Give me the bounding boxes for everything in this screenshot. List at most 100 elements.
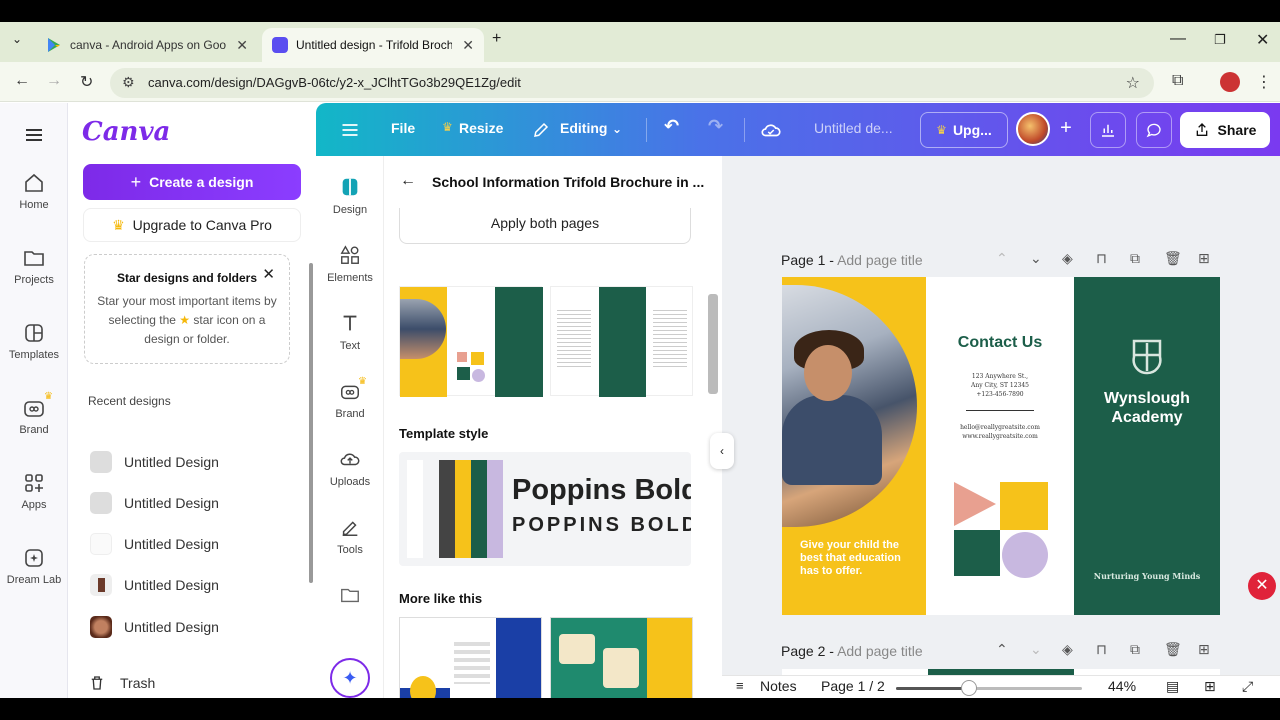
document-title[interactable]: Untitled de... xyxy=(814,120,893,136)
restore-icon[interactable]: ❐ xyxy=(1214,32,1226,48)
brochure-left-panel[interactable]: Give your child the best that education … xyxy=(782,277,926,615)
editing-mode-button[interactable]: Editing xyxy=(560,120,607,136)
recent-design-item[interactable]: Untitled Design xyxy=(90,491,290,515)
grid-view-icon[interactable]: ▤ xyxy=(1166,678,1179,695)
address-bar[interactable]: ⚙ canva.com/design/DAGgvB-06tc/y2-x_JClh… xyxy=(110,68,1154,98)
student-photo[interactable] xyxy=(782,285,917,527)
tool-uploads[interactable]: Uploads xyxy=(316,448,384,488)
reload-icon[interactable]: ↻ xyxy=(80,72,93,92)
chevron-up-icon[interactable]: ⌃ xyxy=(996,250,1008,267)
main-menu-icon[interactable] xyxy=(340,120,360,140)
chevron-down-icon[interactable]: ⌄ xyxy=(1030,250,1042,267)
triangle-shape[interactable] xyxy=(954,482,998,526)
close-icon[interactable]: ✕ xyxy=(462,37,474,54)
minimize-icon[interactable]: — xyxy=(1170,30,1186,48)
close-icon[interactable]: ✕ xyxy=(236,37,248,54)
rail-item-projects[interactable]: Projects xyxy=(0,246,68,286)
rail-item-apps[interactable]: Apps xyxy=(0,471,68,511)
brochure-right-panel[interactable]: Wynslough Academy Nurturing Young Minds xyxy=(1074,277,1220,615)
school-tagline[interactable]: Nurturing Young Minds xyxy=(1074,571,1220,581)
new-tab-icon[interactable]: + xyxy=(492,30,501,48)
back-arrow-icon[interactable]: ← xyxy=(400,172,416,190)
canva-logo[interactable]: Canva xyxy=(82,117,170,147)
rail-item-templates[interactable]: Templates xyxy=(0,321,68,361)
extensions-icon[interactable]: ⧉ xyxy=(1172,72,1183,90)
site-settings-icon[interactable]: ⚙ xyxy=(122,74,135,91)
fullscreen-icon[interactable]: ⤢ xyxy=(1242,678,1253,695)
panel-scrollbar[interactable] xyxy=(708,294,718,394)
thumbnail-view-icon[interactable]: ⊞ xyxy=(1204,678,1216,695)
hide-page-icon[interactable]: ◈ xyxy=(1062,250,1073,267)
tool-text[interactable]: Text xyxy=(316,312,384,352)
rail-item-home[interactable]: Home xyxy=(0,171,68,211)
apply-both-pages-button[interactable]: Apply both pages xyxy=(399,208,691,244)
duplicate-icon[interactable]: ⧉ xyxy=(1130,250,1140,267)
zoom-slider[interactable] xyxy=(896,680,1082,696)
duplicate-icon[interactable]: ⧉ xyxy=(1130,641,1140,658)
template-page-1-thumb[interactable] xyxy=(399,286,543,397)
chevron-down-icon[interactable]: ⌄ xyxy=(1030,641,1042,658)
undo-icon[interactable]: ↶ xyxy=(664,116,679,137)
chevron-down-icon[interactable]: ⌄ xyxy=(612,122,622,136)
lock-icon[interactable]: ⊓ xyxy=(1096,641,1107,658)
recent-design-item[interactable]: Untitled Design xyxy=(90,615,290,639)
yellow-square-shape[interactable] xyxy=(1000,482,1048,530)
rail-item-brand[interactable]: Brand xyxy=(0,396,68,436)
resize-button[interactable]: Resize xyxy=(459,120,503,136)
green-square-shape[interactable] xyxy=(954,530,1000,576)
profile-avatar[interactable] xyxy=(1220,72,1240,92)
redo-icon[interactable]: ↷ xyxy=(708,116,723,137)
collapse-panel-button[interactable]: ‹ xyxy=(710,433,734,469)
add-page-title-input[interactable]: Add page title xyxy=(837,643,923,659)
window-close-icon[interactable]: ✕ xyxy=(1256,30,1269,50)
upgrade-pro-button[interactable]: ♛ Upgrade to Canva Pro xyxy=(83,208,301,242)
contact-block[interactable]: hello@reallygreatsite.com www.reallygrea… xyxy=(926,423,1074,441)
zoom-slider-handle[interactable] xyxy=(960,680,977,696)
bookmark-star-icon[interactable]: ☆ xyxy=(1126,73,1140,93)
zoom-level[interactable]: 44% xyxy=(1108,678,1136,694)
back-icon[interactable]: ← xyxy=(14,72,30,90)
add-collaborator-icon[interactable]: + xyxy=(1054,117,1078,141)
delete-icon[interactable]: 🗑 xyxy=(1164,250,1182,267)
delete-icon[interactable]: 🗑 xyxy=(1164,641,1182,658)
lock-icon[interactable]: ⊓ xyxy=(1096,250,1107,267)
upgrade-button[interactable]: ♛ Upg... xyxy=(920,112,1008,148)
add-page-title-input[interactable]: Add page title xyxy=(837,252,923,268)
chevron-up-icon[interactable]: ⌃ xyxy=(996,641,1008,658)
tool-projects[interactable] xyxy=(316,584,384,612)
insights-button[interactable] xyxy=(1090,112,1126,148)
trash-button[interactable]: Trash xyxy=(88,674,155,692)
rail-item-dream-lab[interactable]: Dream Lab xyxy=(0,546,68,586)
tool-tools[interactable]: Tools xyxy=(316,516,384,556)
browser-tab-play[interactable]: canva - Android Apps on Goog ✕ xyxy=(36,28,258,62)
template-style-card[interactable]: Poppins Bold POPPINS BOLD xyxy=(399,452,691,566)
recent-design-item[interactable]: Untitled Design xyxy=(90,450,290,474)
shield-logo-icon[interactable] xyxy=(1132,339,1162,375)
create-design-button[interactable]: + Create a design xyxy=(83,164,301,200)
brochure-page-1[interactable]: Give your child the best that education … xyxy=(782,277,1220,615)
browser-menu-icon[interactable]: ⋮ xyxy=(1256,72,1272,92)
brochure-left-text[interactable]: Give your child the best that education … xyxy=(800,539,918,578)
cloud-saved-icon[interactable] xyxy=(760,120,782,140)
browser-tab-canva[interactable]: Untitled design - Trifold Brochu ✕ xyxy=(262,28,484,62)
file-menu[interactable]: File xyxy=(391,120,415,136)
notes-icon[interactable]: ≡ xyxy=(736,678,744,693)
forward-icon[interactable]: → xyxy=(46,72,62,90)
tool-design[interactable]: Design xyxy=(316,176,384,216)
page-indicator[interactable]: Page 1 / 2 xyxy=(821,678,885,694)
school-name[interactable]: Wynslough Academy xyxy=(1074,389,1220,427)
template-page-2-thumb[interactable] xyxy=(550,286,693,397)
add-page-icon[interactable]: ⊞ xyxy=(1198,641,1210,658)
tab-search-icon[interactable]: ⌄ xyxy=(12,32,22,46)
lavender-circle-shape[interactable] xyxy=(1002,532,1048,578)
tool-brand[interactable]: Brand xyxy=(316,380,384,420)
recent-design-item[interactable]: Untitled Design xyxy=(90,573,290,597)
extension-badge-icon[interactable]: ✕ xyxy=(1248,572,1276,600)
related-template-thumb[interactable] xyxy=(399,617,542,698)
share-button[interactable]: Share xyxy=(1180,112,1270,148)
side-panel-scrollbar[interactable] xyxy=(309,263,313,583)
user-avatar[interactable] xyxy=(1016,112,1050,146)
brochure-middle-panel[interactable]: Contact Us 123 Anywhere St., Any City, S… xyxy=(926,277,1074,615)
close-icon[interactable]: ✕ xyxy=(262,265,275,284)
add-page-icon[interactable]: ⊞ xyxy=(1198,250,1210,267)
